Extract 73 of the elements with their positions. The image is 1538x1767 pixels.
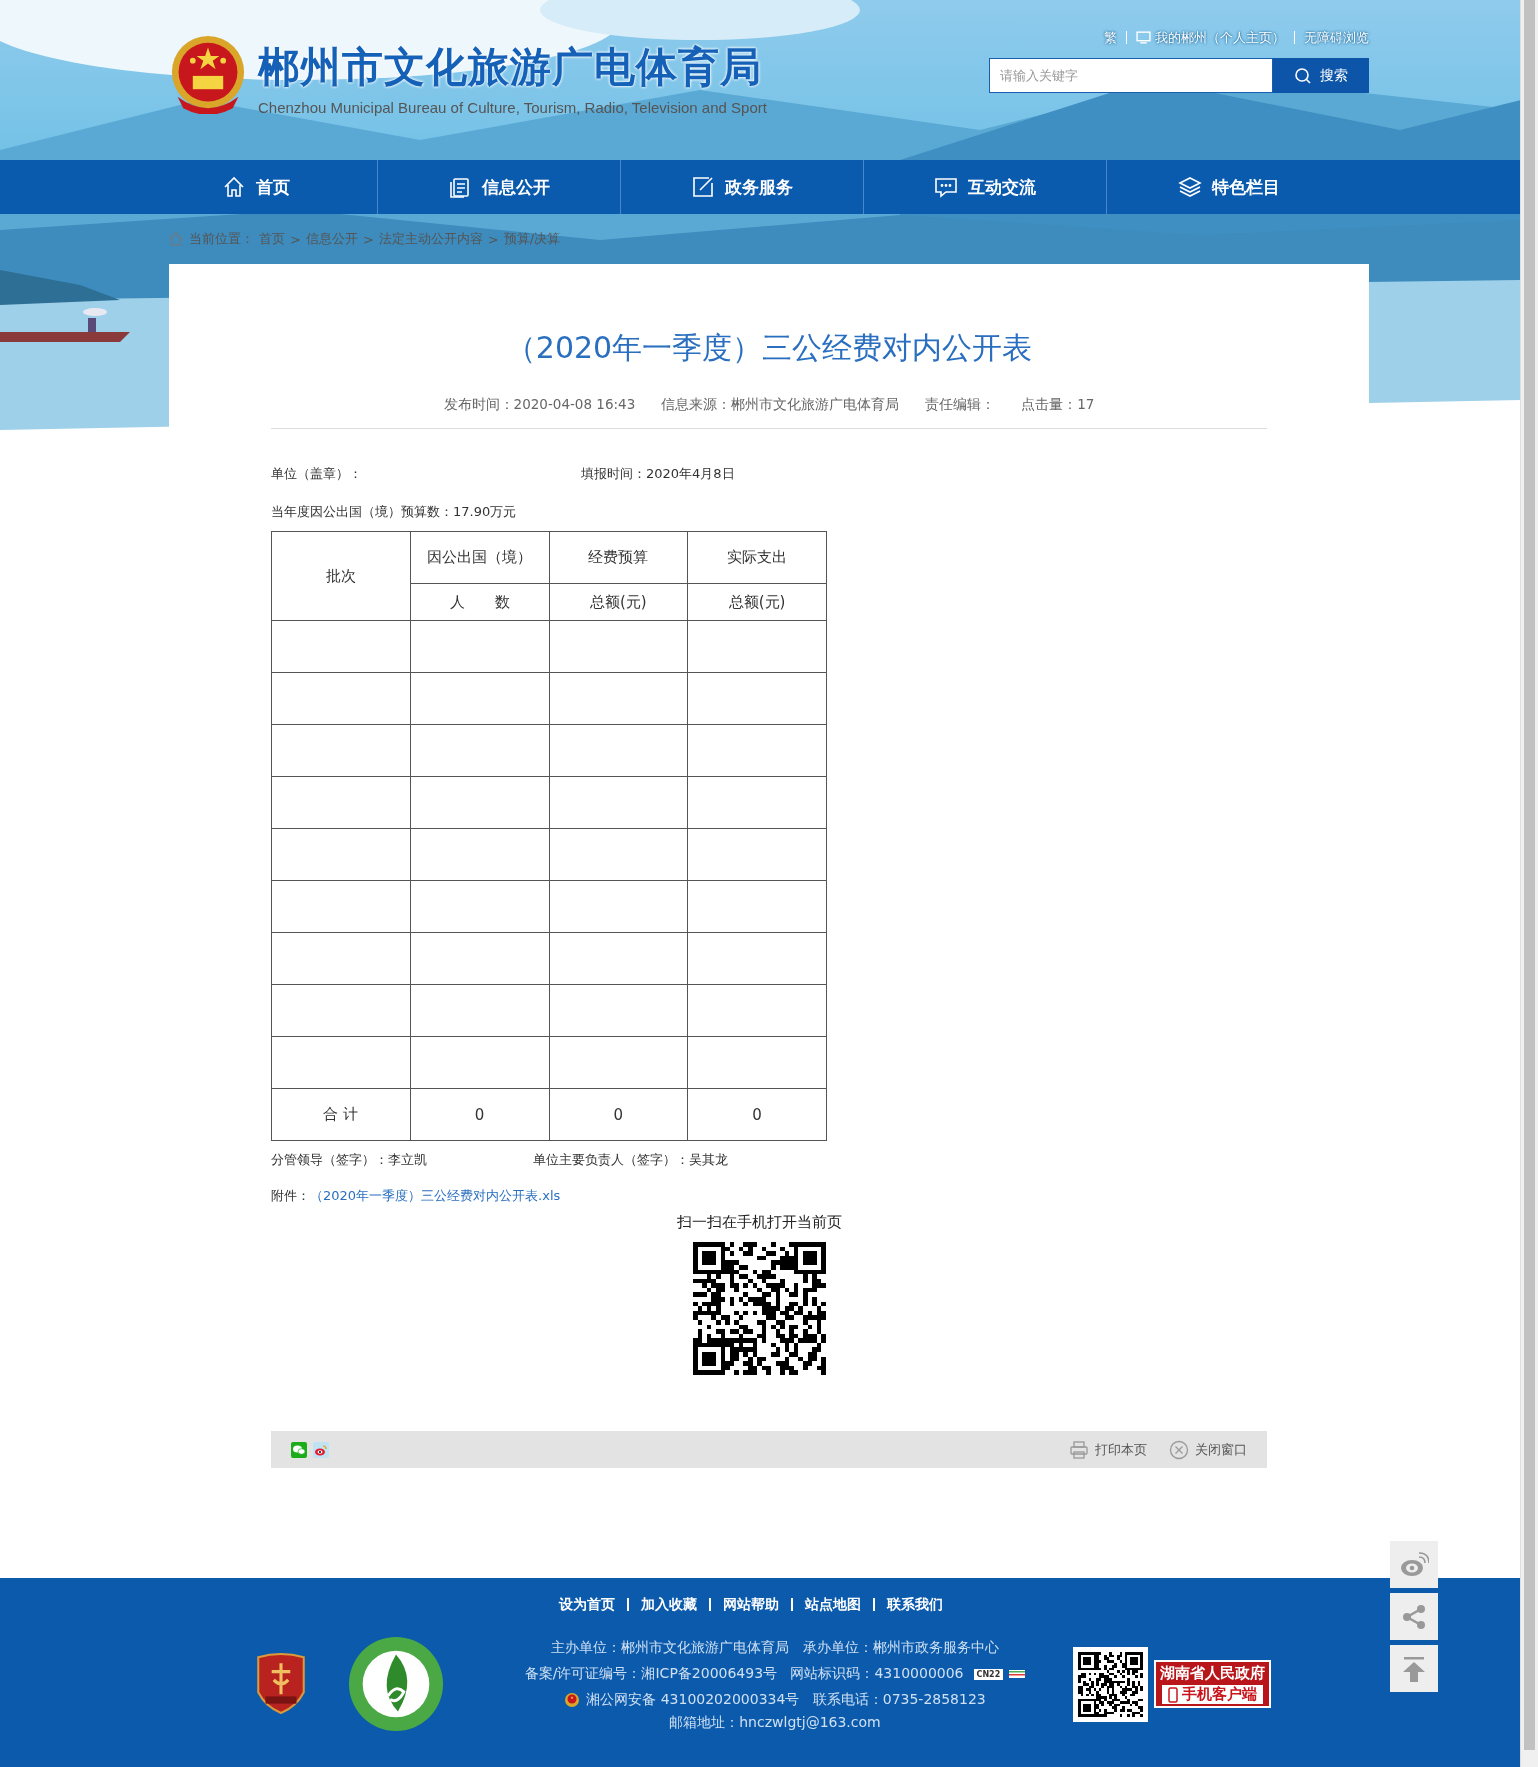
signature-text: 分管领导（签字）：李立凯 (271, 1151, 428, 1169)
flag-icon (1009, 1670, 1026, 1678)
footer-text: 邮箱地址：hnczwlgtj@163.com (669, 1714, 881, 1732)
scrollbar[interactable] (1520, 0, 1538, 1767)
printer-icon (1069, 1439, 1089, 1460)
weibo-icon[interactable] (313, 1441, 329, 1458)
nav-item[interactable]: 互动交流 (864, 160, 1107, 214)
nav-item[interactable]: 信息公开 (378, 160, 621, 214)
footer-text: 湘公网安备 43100202000334号 联系电话：0735-2858123 (586, 1691, 986, 1709)
search-field[interactable]: 请输入关键字 (989, 58, 1273, 93)
table-cell: 0 (549, 1088, 688, 1141)
share-button[interactable] (1390, 1593, 1438, 1640)
article-meta: 发布时间：2020-04-08 16:43 (443, 396, 636, 414)
footer-link[interactable]: 站点地图 (790, 1598, 873, 1611)
attachment-link[interactable]: （2020年一季度）三公经费对内公开表.xls (310, 1188, 561, 1203)
footer-link[interactable]: 联系我们 (872, 1598, 955, 1611)
signature-text: 单位主要负责人（签字）：吴其龙 (533, 1151, 728, 1169)
back-to-top-button[interactable] (1390, 1645, 1438, 1692)
footer-link[interactable]: 设为首页 (546, 1598, 627, 1611)
article-meta: 信息来源：郴州市文化旅游广电体育局 (661, 396, 900, 414)
nav-item[interactable]: 首页 (135, 160, 378, 214)
breadcrumb-separator: > (362, 231, 374, 247)
leaf-badge-icon[interactable] (347, 1635, 445, 1733)
search-icon (1294, 66, 1312, 85)
footer-link[interactable]: 网站帮助 (708, 1598, 791, 1611)
phone-icon (1168, 1686, 1178, 1703)
home-icon (222, 175, 246, 199)
footer-link[interactable]: 加入收藏 (626, 1598, 709, 1611)
article-title: （2020年一季度）三公经费对内公开表 (504, 329, 1034, 367)
cn22-badge[interactable]: CN22 (973, 1668, 1004, 1680)
table-cell: 0 (687, 1088, 827, 1141)
unit-label: 单位（盖章）： (271, 465, 363, 483)
wechat-icon[interactable] (291, 1441, 307, 1458)
chat-icon (934, 175, 958, 199)
qr-caption: 扫一扫在手机打开当前页 (676, 1213, 842, 1232)
table-header: 人 数 (410, 583, 549, 621)
edit-icon (691, 175, 715, 199)
app-download-badge[interactable]: 湖南省人民政府 手机客户端 (1154, 1660, 1271, 1708)
table-cell: 0 (410, 1088, 549, 1141)
document-icon (448, 175, 472, 199)
footer-text: 备案/许可证编号：湘ICP备20006493号 网站标识码：4310000006 (524, 1665, 964, 1683)
table-header: 实际支出 (687, 531, 827, 584)
table-header: 总额(元) (549, 583, 688, 621)
home-icon (168, 231, 184, 247)
nav-item[interactable]: 政务服务 (621, 160, 864, 214)
report-time: 填报时间：2020年4月8日 (581, 465, 735, 483)
search-button[interactable]: 搜索 (1273, 58, 1369, 93)
qr-code-icon[interactable] (1073, 1646, 1148, 1722)
close-icon (1169, 1439, 1189, 1460)
page-action-link[interactable]: 打印本页 (1069, 1439, 1147, 1460)
footer-text: 主办单位：郴州市文化旅游广电体育局 承办单位：郴州市政务服务中心 (551, 1639, 999, 1657)
attachment-label: 附件： (271, 1188, 310, 1203)
monitor-icon (1136, 31, 1151, 44)
national-emblem-icon (170, 34, 246, 114)
article-meta: 点击量：17 (1021, 396, 1095, 414)
nav-item[interactable]: 特色栏目 (1107, 160, 1350, 214)
breadcrumb-separator: > (487, 231, 499, 247)
table-header: 经费预算 (549, 531, 688, 584)
site-subtitle: Chenzhou Municipal Bureau of Culture, Tourism, Radio, Television and Sport (258, 99, 767, 116)
qr-code-icon (692, 1242, 826, 1375)
breadcrumb-separator: > (290, 231, 301, 247)
table-cell: 合 计 (271, 1088, 411, 1141)
layers-icon (1177, 175, 1202, 199)
table-header: 总额(元) (687, 583, 827, 621)
budget-text: 当年度因公出国（境）预算数：17.90万元 (271, 503, 518, 521)
shield-emblem-icon[interactable] (255, 1653, 307, 1715)
table-header: 批次 (271, 531, 411, 621)
page-action-link[interactable]: 关闭窗口 (1169, 1439, 1247, 1460)
article-meta: 责任编辑： (925, 396, 996, 414)
police-badge-icon (564, 1692, 581, 1708)
table-header: 因公出国（境） (410, 531, 549, 584)
weibo-share-button[interactable] (1390, 1541, 1438, 1588)
breadcrumb-label: 当前位置： (189, 230, 254, 248)
